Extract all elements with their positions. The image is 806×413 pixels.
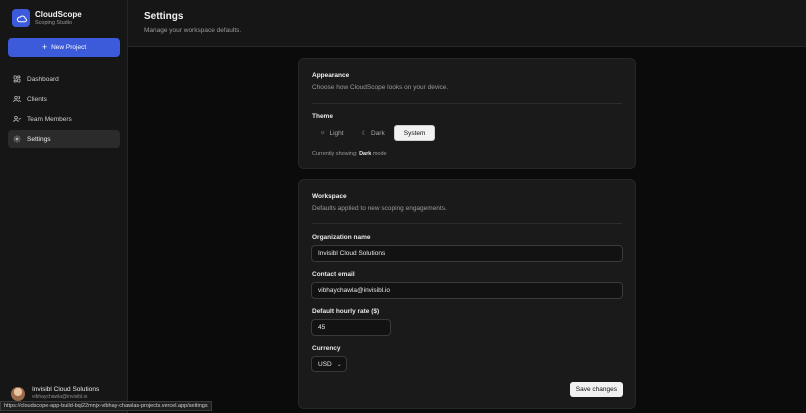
gear-icon — [13, 135, 21, 143]
theme-selector: ☼ Light ☾ Dark System — [311, 125, 436, 141]
sidebar-item-team-members[interactable]: Team Members — [8, 110, 120, 128]
divider — [312, 223, 622, 224]
currency-select[interactable]: USD ⌄ — [311, 356, 347, 372]
theme-status-prefix: Currently showing: — [312, 151, 358, 157]
sidebar-nav: Dashboard Clients Team Members Settings — [8, 70, 120, 150]
currency-label: Currency — [312, 345, 341, 352]
theme-label: Theme — [312, 113, 333, 120]
workspace-card: Workspace Defaults applied to new scopin… — [298, 179, 636, 409]
user-name: Invisibl Cloud Solutions — [32, 386, 100, 393]
dashboard-icon — [13, 75, 21, 83]
plus-icon: + — [41, 42, 48, 52]
appearance-title: Appearance — [312, 72, 350, 79]
appearance-card: Appearance Choose how CloudScope looks o… — [298, 58, 636, 169]
theme-option-label: System — [403, 129, 426, 137]
sun-icon: ☼ — [320, 130, 326, 136]
new-project-label: New Project — [51, 44, 87, 51]
sidebar-item-label: Dashboard — [27, 75, 59, 83]
brand-title: CloudScope — [35, 9, 82, 19]
sidebar-item-clients[interactable]: Clients — [8, 90, 120, 108]
sidebar-item-label: Team Members — [27, 115, 72, 123]
sidebar-item-label: Clients — [27, 95, 47, 103]
theme-status-suffix: mode — [372, 151, 387, 157]
cloud-logo-icon — [12, 9, 30, 27]
workspace-description: Defaults applied to new scoping engageme… — [312, 205, 447, 212]
divider — [312, 103, 622, 104]
theme-option-dark[interactable]: ☾ Dark — [353, 125, 394, 141]
page-subtitle: Manage your workspace defaults. — [144, 27, 242, 34]
contact-email-input[interactable]: vibhaychawla@invisibl.io — [311, 282, 623, 299]
page-title: Settings — [144, 11, 184, 22]
brand-subtitle: Scoping Studio — [35, 19, 72, 26]
hourly-rate-label: Default hourly rate ($) — [312, 308, 380, 315]
appearance-description: Choose how CloudScope looks on your devi… — [312, 84, 449, 91]
user-profile[interactable]: Invisibl Cloud Solutions vibhaychawla@in… — [11, 386, 99, 401]
moon-icon: ☾ — [361, 130, 367, 137]
brand[interactable]: CloudScope Scoping Studio — [12, 9, 82, 27]
theme-status-value: Dark — [359, 151, 372, 157]
theme-option-label: Light — [329, 129, 344, 137]
users-icon — [13, 96, 21, 103]
sidebar-item-settings[interactable]: Settings — [8, 130, 120, 148]
org-name-input[interactable]: Invisibl Cloud Solutions — [311, 245, 623, 262]
user-email: vibhaychawla@invisibl.io — [32, 394, 88, 400]
team-icon — [13, 116, 21, 123]
save-changes-button[interactable]: Save changes — [569, 382, 623, 397]
currency-value: USD — [318, 360, 332, 368]
sidebar-item-label: Settings — [27, 135, 51, 143]
theme-status: Currently showing: Dark mode — [312, 151, 387, 157]
sidebar: CloudScope Scoping Studio + New Project … — [0, 0, 128, 413]
theme-option-label: Dark — [371, 129, 385, 137]
org-name-label: Organization name — [312, 234, 371, 241]
theme-option-system[interactable]: System — [393, 125, 436, 141]
avatar — [11, 386, 25, 401]
status-bar-url: https://cloudscope-app-build-bqi22mnjx-v… — [0, 401, 212, 411]
sidebar-item-dashboard[interactable]: Dashboard — [8, 70, 120, 88]
workspace-title: Workspace — [312, 193, 347, 200]
new-project-button[interactable]: + New Project — [8, 38, 120, 57]
hourly-rate-input[interactable]: 45 — [311, 319, 391, 336]
chevron-down-icon: ⌄ — [336, 361, 342, 368]
page-header: Settings Manage your workspace defaults. — [128, 0, 806, 47]
contact-email-label: Contact email — [312, 271, 355, 278]
theme-option-light[interactable]: ☼ Light — [311, 125, 353, 141]
